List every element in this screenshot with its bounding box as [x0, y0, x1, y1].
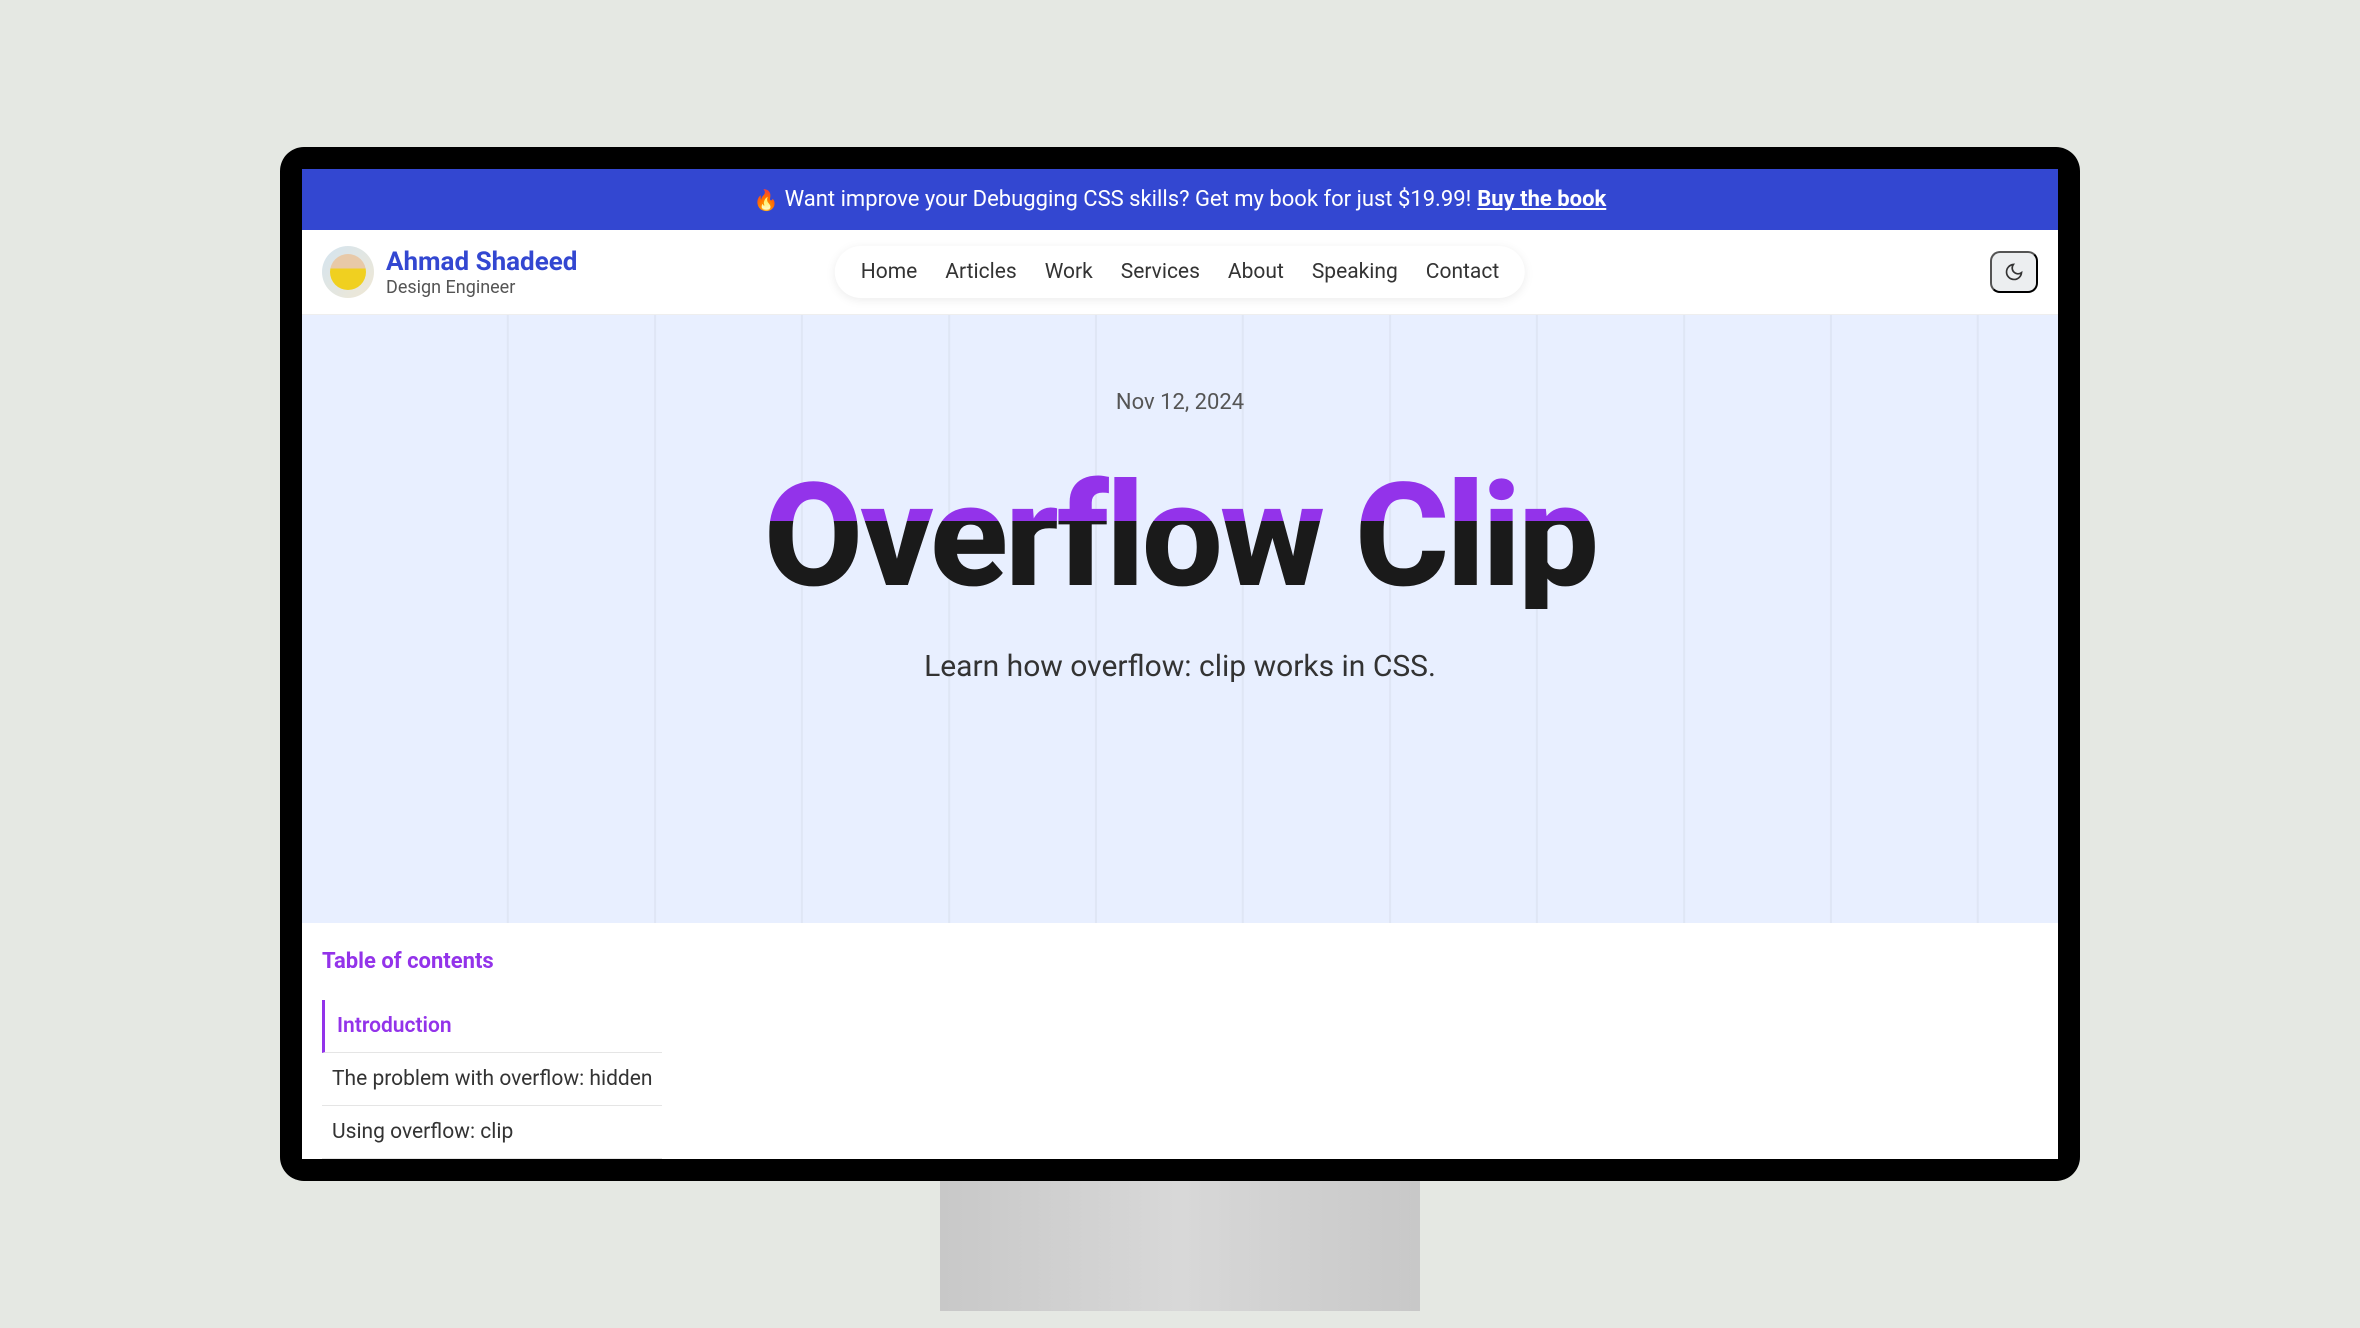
nav-articles[interactable]: Articles	[945, 260, 1016, 284]
main-nav: Home Articles Work Services About Speaki…	[835, 246, 1525, 298]
author-title: Design Engineer	[386, 277, 577, 298]
theme-toggle-button[interactable]	[1990, 251, 2038, 293]
toc-heading: Table of contents	[322, 949, 2038, 974]
toc-list: Introduction The problem with overflow: …	[322, 1000, 662, 1159]
article-subtitle: Learn how overflow: clip works in CSS.	[924, 649, 1436, 684]
monitor-frame: 🔥 Want improve your Debugging CSS skills…	[280, 147, 2080, 1181]
toc-item-problem[interactable]: The problem with overflow: hidden	[322, 1053, 662, 1106]
nav-work[interactable]: Work	[1045, 260, 1093, 284]
toc-section: Table of contents Introduction The probl…	[302, 923, 2058, 1159]
nav-about[interactable]: About	[1228, 260, 1284, 284]
author-profile[interactable]: Ahmad Shadeed Design Engineer	[322, 246, 577, 298]
avatar	[322, 246, 374, 298]
moon-icon	[2004, 262, 2024, 282]
profile-text: Ahmad Shadeed Design Engineer	[386, 247, 577, 298]
screen: 🔥 Want improve your Debugging CSS skills…	[302, 169, 2058, 1159]
site-header: Ahmad Shadeed Design Engineer Home Artic…	[302, 230, 2058, 315]
promo-text: Want improve your Debugging CSS skills? …	[785, 187, 1472, 212]
article-date: Nov 12, 2024	[1116, 390, 1244, 415]
avatar-image	[330, 254, 366, 290]
article-title: Overflow Clip	[764, 465, 1596, 609]
toc-item-using[interactable]: Using overflow: clip	[322, 1106, 662, 1159]
buy-book-link[interactable]: Buy the book	[1477, 187, 1606, 212]
hero-section: Nov 12, 2024 Overflow Clip Learn how ove…	[302, 315, 2058, 923]
monitor-stand	[940, 1181, 1420, 1311]
nav-speaking[interactable]: Speaking	[1312, 260, 1398, 284]
nav-services[interactable]: Services	[1121, 260, 1200, 284]
nav-contact[interactable]: Contact	[1426, 260, 1499, 284]
nav-home[interactable]: Home	[861, 260, 918, 284]
fire-icon: 🔥	[754, 188, 779, 212]
author-name: Ahmad Shadeed	[386, 247, 577, 277]
toc-item-introduction[interactable]: Introduction	[322, 1000, 662, 1053]
promo-banner: 🔥 Want improve your Debugging CSS skills…	[302, 169, 2058, 230]
